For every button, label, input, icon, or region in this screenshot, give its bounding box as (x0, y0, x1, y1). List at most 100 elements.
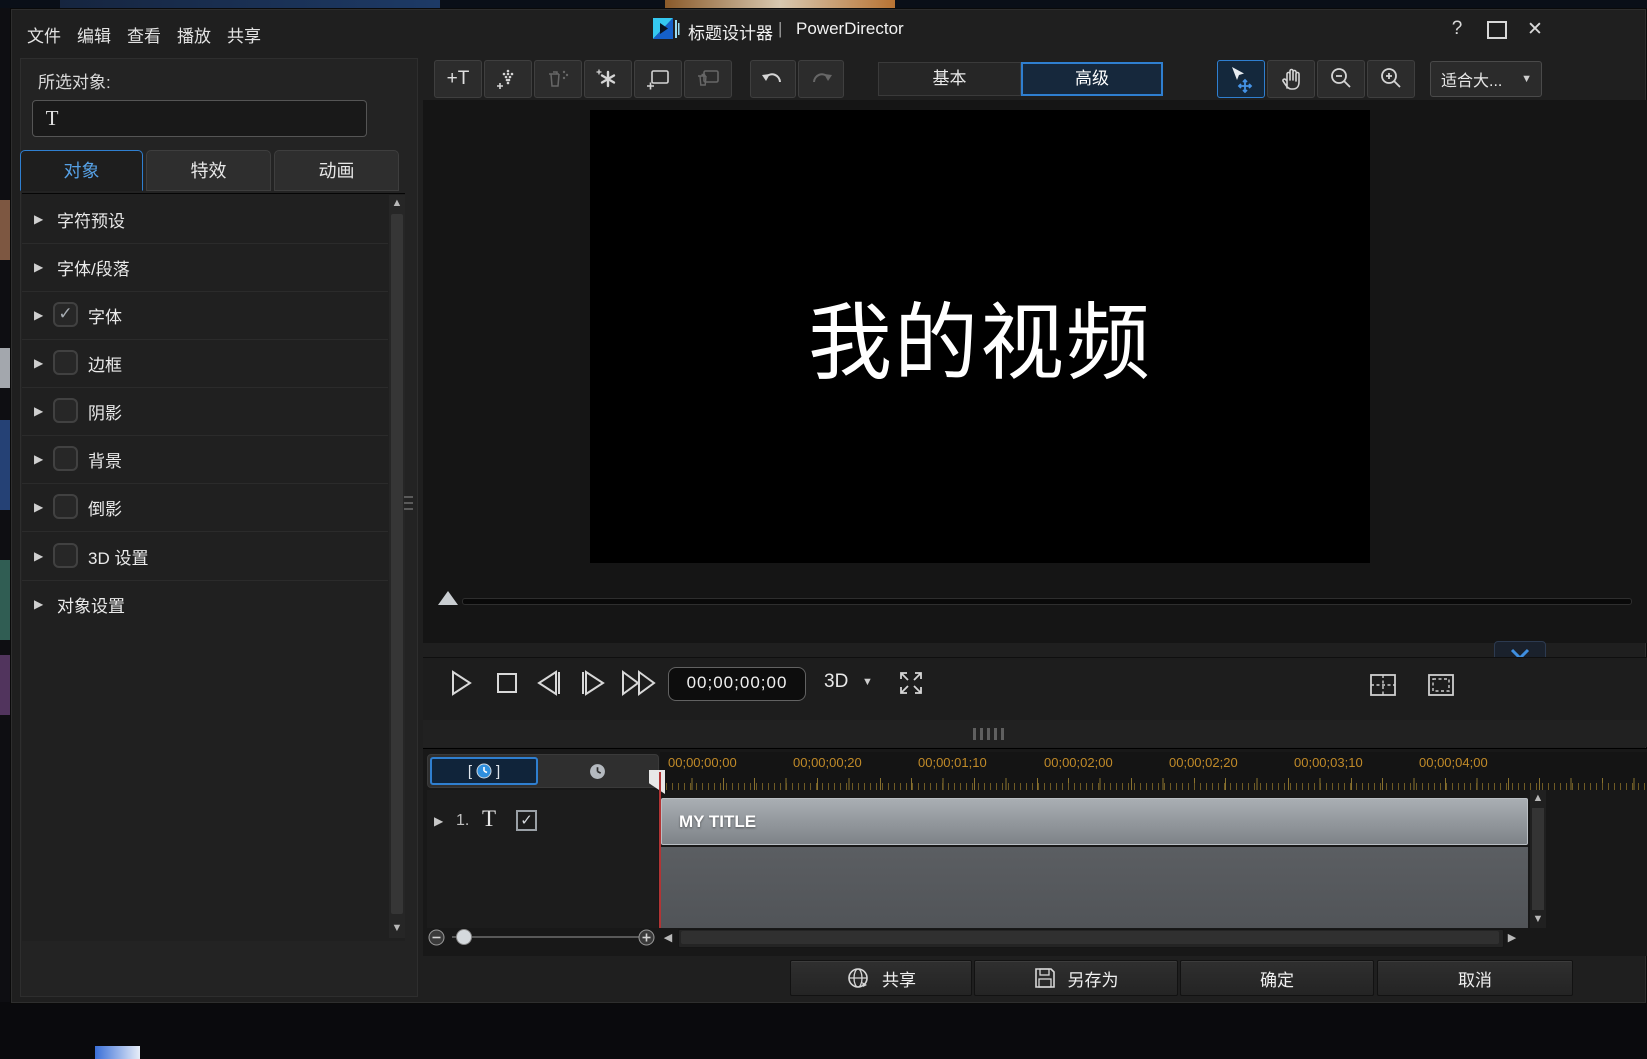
menu-file[interactable]: 文件 (27, 22, 61, 47)
add-particle-button[interactable] (484, 60, 532, 98)
particle-icon (494, 66, 522, 92)
timeline-scroll-left-icon[interactable]: ◀ (660, 931, 676, 944)
zoom-out-tool-button[interactable] (1317, 60, 1365, 98)
section-border[interactable]: ▶ 边框 (22, 339, 388, 388)
tab-effect[interactable]: 特效 (146, 150, 271, 191)
mode-basic-button[interactable]: 基本 (878, 62, 1021, 96)
desktop-bottom-fragment (95, 1046, 140, 1059)
timeline-hscrollbar-thumb[interactable] (681, 931, 1499, 944)
section-label: 3D 设置 (88, 544, 148, 569)
close-button[interactable]: ✕ (1522, 18, 1548, 41)
add-image-button[interactable] (634, 60, 682, 98)
expander-icon[interactable]: ▶ (34, 549, 43, 563)
mode-advanced-button[interactable]: 高级 (1021, 62, 1163, 96)
title-clip[interactable]: MY TITLE (661, 798, 1528, 845)
select-tool-button[interactable] (1217, 60, 1265, 98)
stop-button[interactable] (490, 668, 524, 698)
section-font-face[interactable]: ▶ ✓ 字体 (22, 291, 388, 340)
border-checkbox-unchecked[interactable] (53, 350, 78, 375)
effect-button[interactable] (584, 60, 632, 98)
timecode-field[interactable]: 00;00;00;00 (668, 667, 806, 701)
maximize-button[interactable] (1487, 21, 1507, 39)
save-as-button[interactable]: 另存为 (974, 960, 1178, 996)
expander-icon[interactable]: ▶ (34, 308, 43, 322)
selected-object-input[interactable] (71, 100, 367, 137)
ruler-label: 00;00;00;20 (793, 755, 862, 770)
timeline-vscrollbar-thumb[interactable] (1532, 808, 1544, 910)
timeline-zoom-slider-track[interactable] (452, 936, 640, 938)
section-3d-settings[interactable]: ▶ 3D 设置 (22, 532, 388, 581)
safe-zone-toggle-button[interactable] (1426, 672, 1456, 698)
3d-caret-down-icon[interactable]: ▼ (862, 676, 873, 688)
next-frame-button[interactable] (576, 668, 610, 698)
cancel-button[interactable]: 取消 (1377, 960, 1573, 996)
desktop-left-fragment-1 (0, 200, 10, 260)
section-object-settings[interactable]: ▶ 对象设置 (22, 580, 388, 628)
seek-bar-track[interactable] (462, 598, 1632, 605)
previous-frame-button[interactable] (532, 668, 566, 698)
hand-tool-button[interactable] (1267, 60, 1315, 98)
section-shadow[interactable]: ▶ 阴影 (22, 387, 388, 436)
sections-scrollbar-thumb[interactable] (391, 214, 403, 914)
expander-icon[interactable]: ▶ (34, 404, 43, 418)
preview-canvas[interactable]: 我的视频 (590, 110, 1370, 563)
tab-animation[interactable]: 动画 (274, 150, 399, 191)
expander-icon[interactable]: ▶ (34, 260, 43, 274)
timeline-zoom-in-button[interactable] (638, 929, 655, 946)
ok-button[interactable]: 确定 (1180, 960, 1374, 996)
expander-icon[interactable]: ▶ (34, 452, 43, 466)
preview-timeline-splitter[interactable] (423, 720, 1647, 747)
share-button[interactable]: 共享 (790, 960, 972, 996)
title-text[interactable]: 我的视频 (808, 276, 1152, 397)
timeline-zoom-out-button[interactable] (428, 929, 445, 946)
timeline-scroll-up-icon[interactable]: ▲ (1530, 792, 1546, 804)
expander-icon[interactable]: ▶ (34, 500, 43, 514)
section-label: 字体 (88, 303, 122, 328)
timeline-scroll-right-icon[interactable]: ▶ (1504, 931, 1520, 944)
scroll-down-icon[interactable]: ▼ (389, 922, 405, 934)
menu-play[interactable]: 播放 (177, 22, 211, 47)
help-button[interactable]: ? (1444, 18, 1470, 40)
expander-icon[interactable]: ▶ (34, 356, 43, 370)
tab-effect-label: 特效 (191, 161, 227, 181)
menu-share[interactable]: 共享 (227, 22, 261, 47)
section-label: 字符预设 (57, 207, 125, 232)
expander-icon[interactable]: ▶ (34, 212, 43, 226)
fullscreen-button[interactable] (896, 668, 926, 698)
expander-icon[interactable]: ▶ (34, 597, 43, 611)
3d-settings-checkbox-unchecked[interactable] (53, 543, 78, 568)
clip-lower-block[interactable] (661, 847, 1528, 928)
section-label: 对象设置 (57, 592, 125, 617)
menu-view[interactable]: 查看 (127, 22, 161, 47)
reflection-checkbox-unchecked[interactable] (53, 494, 78, 519)
timeline-scroll-down-icon[interactable]: ▼ (1530, 913, 1546, 925)
section-character-presets[interactable]: ▶ 字符预设 (22, 195, 388, 244)
section-reflection[interactable]: ▶ 倒影 (22, 483, 388, 532)
timeline-zoom-slider-thumb[interactable] (456, 929, 472, 945)
timeline-ruler[interactable]: 00;00;00;00 00;00;00;20 00;00;01;10 00;0… (660, 752, 1647, 790)
3d-mode-dropdown[interactable]: 3D (824, 671, 848, 693)
track-expander-icon[interactable]: ▶ (434, 814, 443, 828)
timecode-view-button-active[interactable]: [ ] (430, 757, 538, 785)
fit-zoom-dropdown[interactable]: 适合大... ▼ (1430, 61, 1542, 97)
grid-toggle-button[interactable] (1368, 672, 1398, 698)
grid-icon (1368, 672, 1398, 698)
splitter-grip-dots[interactable] (973, 728, 1004, 740)
section-background[interactable]: ▶ 背景 (22, 435, 388, 484)
zoom-in-tool-button[interactable] (1367, 60, 1415, 98)
add-text-button[interactable]: +T (434, 60, 482, 98)
clock-view-button[interactable] (540, 757, 654, 785)
tab-object[interactable]: 对象 (20, 150, 143, 191)
track-enable-checkbox[interactable]: ✓ (516, 810, 537, 831)
section-font-paragraph[interactable]: ▶ 字体/段落 (22, 243, 388, 292)
shadow-checkbox-unchecked[interactable] (53, 398, 78, 423)
fast-forward-button[interactable] (618, 668, 662, 698)
scroll-up-icon[interactable]: ▲ (389, 197, 405, 209)
panel-splitter-grip[interactable] (404, 488, 413, 518)
menu-edit[interactable]: 编辑 (77, 22, 111, 47)
play-button[interactable] (444, 668, 478, 698)
background-checkbox-unchecked[interactable] (53, 446, 78, 471)
delete-image-button (684, 60, 732, 98)
undo-button[interactable] (750, 60, 796, 98)
font-face-checkbox-checked[interactable]: ✓ (53, 302, 78, 327)
